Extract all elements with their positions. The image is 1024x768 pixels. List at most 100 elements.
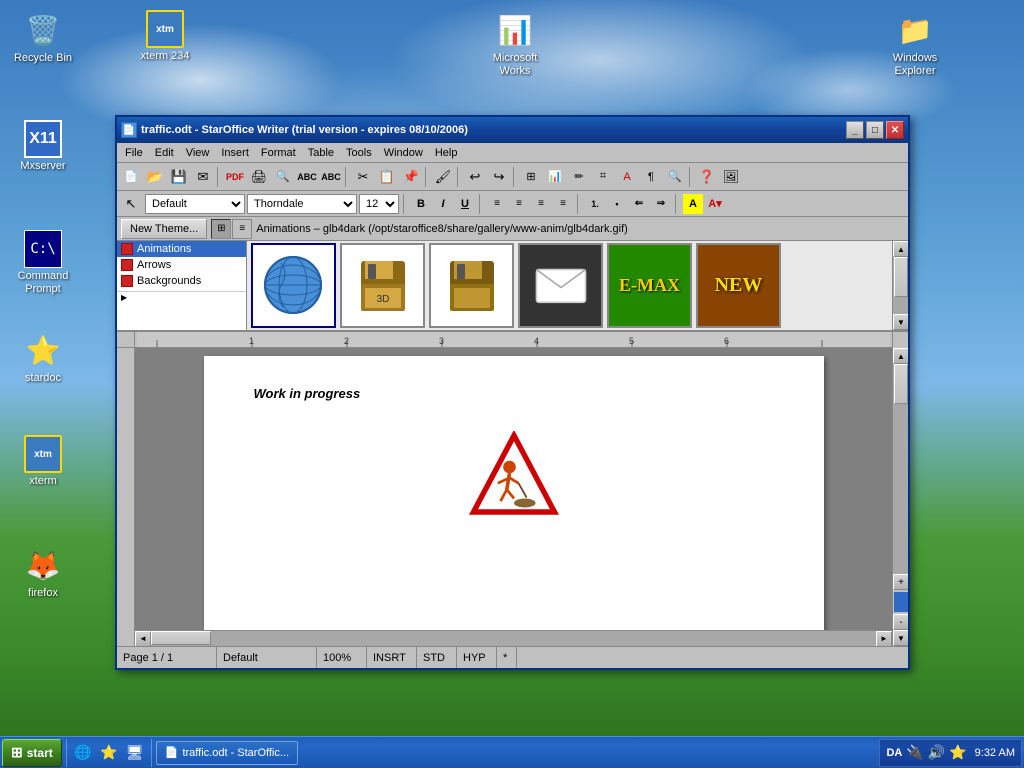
bullets-btn[interactable]: •	[607, 194, 627, 214]
gallery-scroll-down[interactable]: ▼	[893, 314, 908, 330]
desktop-icon-winexplorer[interactable]: 📁 Windows Explorer	[880, 5, 950, 83]
new-theme-button[interactable]: New Theme...	[121, 219, 207, 239]
gallery-thumb-emax[interactable]: E-MAX	[607, 243, 692, 328]
align-justify-btn[interactable]: ≡	[553, 194, 573, 214]
draw-btn[interactable]: ✏	[568, 166, 590, 188]
size-select[interactable]: 12	[359, 194, 399, 214]
italic-btn[interactable]: I	[433, 194, 453, 214]
gallery-scroll-up[interactable]: ▲	[893, 241, 908, 257]
desktop-icon-cmdprompt[interactable]: C:\ Command Prompt	[8, 225, 78, 301]
outdent-btn[interactable]: ⇐	[629, 194, 649, 214]
gallery-thumb-new[interactable]: NEW	[696, 243, 781, 328]
align-left-btn[interactable]: ≡	[487, 194, 507, 214]
find-btn[interactable]: 🔍	[664, 166, 686, 188]
desktop-icon-stardoc[interactable]: ⭐ stardoc	[8, 325, 78, 390]
gallery-scroll-track[interactable]	[893, 257, 908, 314]
copy-btn[interactable]: 📋	[376, 166, 398, 188]
gallery-thumb-floppy2[interactable]	[429, 243, 514, 328]
taskbar-window-btn[interactable]: 📄 traffic.odt - StarOffic...	[156, 741, 298, 765]
save-btn[interactable]: 💾	[168, 166, 190, 188]
nonprint-btn[interactable]: ¶	[640, 166, 662, 188]
close-button[interactable]: ✕	[886, 121, 904, 139]
h-scroll-thumb[interactable]	[151, 631, 211, 645]
zoom-out-btn[interactable]: -	[893, 614, 908, 630]
status-insert[interactable]: INSRT	[367, 647, 417, 668]
page-area[interactable]: Work in progress	[135, 348, 892, 646]
gallery-btn[interactable]: 🖼	[720, 166, 742, 188]
tray-star-icon[interactable]: ⭐	[949, 744, 966, 761]
h-scroll-left[interactable]: ◄	[135, 631, 151, 647]
underline-btn[interactable]: U	[455, 194, 475, 214]
gallery-expand-btn[interactable]: ▶	[117, 291, 246, 303]
desktop-icon-mxserver[interactable]: X11 Mxserver	[8, 115, 78, 178]
quicklaunch-2-btn[interactable]: 🖥	[124, 742, 146, 764]
new-btn[interactable]: 📄	[120, 166, 142, 188]
menu-tools[interactable]: Tools	[340, 145, 378, 161]
menu-file[interactable]: File	[119, 145, 149, 161]
gallery-thumb-globe[interactable]	[251, 243, 336, 328]
paste-btn[interactable]: 📌	[400, 166, 422, 188]
desktop-icon-xterm234[interactable]: xtm xterm 234	[130, 5, 200, 68]
gallery-sidebar-animations[interactable]: Animations	[117, 241, 246, 257]
minimize-button[interactable]: _	[846, 121, 864, 139]
quicklaunch-1-btn[interactable]: ⭐	[98, 742, 120, 764]
undo-btn[interactable]: ↩	[464, 166, 486, 188]
gallery-list-view-btn[interactable]: ≡	[232, 219, 252, 239]
v-scroll-down[interactable]: ▼	[893, 630, 908, 646]
gallery-scroll-thumb[interactable]	[894, 257, 908, 297]
menu-format[interactable]: Format	[255, 145, 302, 161]
tray-sound-icon[interactable]: 🔊	[928, 744, 945, 761]
style-select[interactable]: Default	[145, 194, 245, 214]
font-select[interactable]: Thorndale	[247, 194, 357, 214]
align-right-btn[interactable]: ≡	[531, 194, 551, 214]
table-btn[interactable]: ⊞	[520, 166, 542, 188]
v-scroll-track[interactable]	[893, 364, 908, 574]
menu-table[interactable]: Table	[302, 145, 340, 161]
msworks-label: Microsoft Works	[485, 52, 545, 78]
fontcolor-btn[interactable]: A	[616, 166, 638, 188]
tray-network-icon[interactable]: 🔌	[906, 744, 923, 761]
gallery-sidebar-arrows[interactable]: Arrows	[117, 257, 246, 273]
cursor-btn[interactable]: ↖	[120, 193, 142, 215]
desktop-icon-firefox[interactable]: 🦊 firefox	[8, 540, 78, 605]
chart-btn[interactable]: 📊	[544, 166, 566, 188]
gallery-sidebar-backgrounds[interactable]: Backgrounds	[117, 273, 246, 289]
numbering-btn[interactable]: 1.	[585, 194, 605, 214]
align-center-btn[interactable]: ≡	[509, 194, 529, 214]
start-button[interactable]: ⊞ start	[2, 739, 62, 767]
gallery-grid-view-btn[interactable]: ⊞	[211, 219, 231, 239]
menu-insert[interactable]: Insert	[215, 145, 255, 161]
menu-help[interactable]: Help	[429, 145, 464, 161]
v-scroll-thumb[interactable]	[894, 364, 908, 404]
cut-btn[interactable]: ✂	[352, 166, 374, 188]
desktop-icon-recycle-bin[interactable]: 🗑️ Recycle Bin	[8, 5, 78, 70]
maximize-button[interactable]: □	[866, 121, 884, 139]
bold-btn[interactable]: B	[411, 194, 431, 214]
email-btn[interactable]: ✉	[192, 166, 214, 188]
preview-btn[interactable]: 🔍	[272, 166, 294, 188]
print-btn[interactable]: 🖨	[248, 166, 270, 188]
gallery-thumb-floppy1[interactable]: 3D	[340, 243, 425, 328]
indent-btn[interactable]: ⇒	[651, 194, 671, 214]
redo-btn[interactable]: ↪	[488, 166, 510, 188]
spellcheck-btn[interactable]: ABC	[296, 166, 318, 188]
menu-edit[interactable]: Edit	[149, 145, 180, 161]
autocorrect-btn[interactable]: ABC	[320, 166, 342, 188]
open-btn[interactable]: 📂	[144, 166, 166, 188]
menu-window[interactable]: Window	[378, 145, 429, 161]
quicklaunch-ie-btn[interactable]: 🌐	[72, 742, 94, 764]
desktop-icon-msworks[interactable]: 📊 Microsoft Works	[480, 5, 550, 83]
fontcolor2-btn[interactable]: A▾	[705, 194, 725, 214]
field-btn[interactable]: ⌗	[592, 166, 614, 188]
h-scroll-track[interactable]	[151, 631, 876, 646]
zoom-in-btn[interactable]: +	[893, 574, 908, 590]
paint-btn[interactable]: 🖌	[432, 166, 454, 188]
menu-view[interactable]: View	[180, 145, 216, 161]
v-scroll-up[interactable]: ▲	[893, 348, 908, 364]
gallery-thumb-email[interactable]	[518, 243, 603, 328]
desktop-icon-xterm[interactable]: xtm xterm	[8, 430, 78, 493]
pdf-btn[interactable]: PDF	[224, 166, 246, 188]
help-btn[interactable]: ❓	[696, 166, 718, 188]
highlight-btn[interactable]: A	[683, 194, 703, 214]
h-scroll-right[interactable]: ►	[876, 631, 892, 647]
